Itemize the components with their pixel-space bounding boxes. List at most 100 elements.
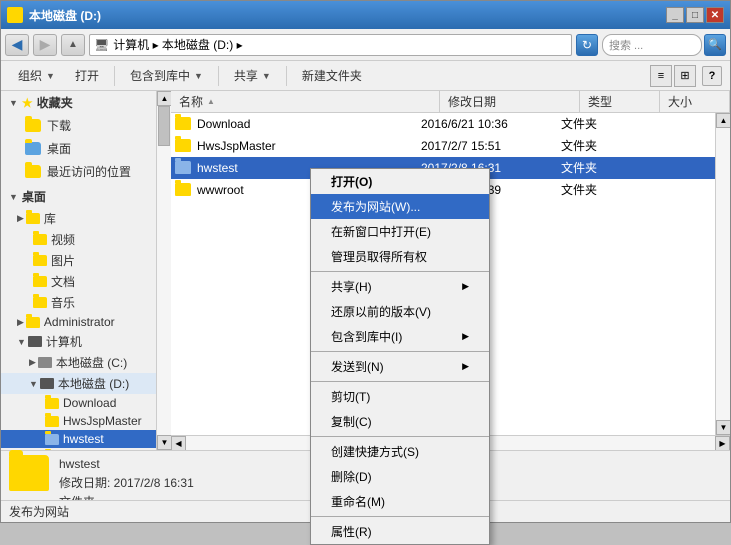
col-name-header[interactable]: 名称 ▲: [171, 91, 440, 112]
h-scroll-right[interactable]: ▶: [715, 436, 730, 451]
ctx-share[interactable]: 共享(H) ▶: [311, 274, 489, 299]
ctx-sep-5: [311, 516, 489, 517]
ctx-open[interactable]: 打开(O): [311, 169, 489, 194]
ctx-copy[interactable]: 复制(C): [311, 409, 489, 434]
forward-button[interactable]: ▶: [33, 34, 57, 56]
search-button[interactable]: 🔍: [704, 34, 726, 56]
ctx-restore[interactable]: 还原以前的版本(V): [311, 299, 489, 324]
title-bar: 本地磁盘 (D:) _ □ ✕: [1, 1, 730, 29]
ctx-send-to[interactable]: 发送到(N) ▶: [311, 354, 489, 379]
ctx-include[interactable]: 包含到库中(I) ▶: [311, 324, 489, 349]
desktop-section-header[interactable]: ▼ 桌面: [1, 185, 156, 208]
folder-icon: [175, 161, 191, 174]
ctx-include-label: 包含到库中(I): [331, 328, 402, 345]
folder-icon: [175, 139, 191, 152]
ctx-new-window[interactable]: 在新窗口中打开(E): [311, 219, 489, 244]
tree-item-computer[interactable]: ▼ 计算机: [1, 331, 156, 352]
file-name: Download: [197, 117, 421, 131]
up-button[interactable]: ▲: [61, 34, 85, 56]
address-path[interactable]: 🖥 计算机 ▸ 本地磁盘 (D:) ▸: [89, 34, 572, 56]
sidebar-item-desktop[interactable]: 桌面: [1, 137, 156, 160]
new-folder-button[interactable]: 新建文件夹: [293, 64, 371, 88]
ctx-cut[interactable]: 剪切(T): [311, 384, 489, 409]
sub-download-label: Download: [63, 396, 116, 410]
col-size-header[interactable]: 大小: [660, 91, 730, 112]
admin-arrow: ▶: [17, 317, 24, 328]
include-in-button[interactable]: 包含到库中 ▼: [121, 64, 212, 88]
tree-item-sub-hwstest[interactable]: hwstest: [1, 430, 156, 448]
ctx-admin-access[interactable]: 管理员取得所有权: [311, 244, 489, 269]
table-row[interactable]: Download 2016/6/21 10:36 文件夹: [171, 113, 715, 135]
tree-item-music[interactable]: 音乐: [1, 292, 156, 313]
ctx-rename-label: 重命名(M): [331, 493, 385, 510]
favorites-header[interactable]: ▼ ★ 收藏夹: [1, 91, 156, 114]
tree-item-disk-d[interactable]: ▼ 本地磁盘 (D:): [1, 373, 156, 394]
share-button[interactable]: 共享 ▼: [225, 64, 280, 88]
minimize-button[interactable]: _: [666, 7, 684, 23]
file-name: HwsJspMaster: [197, 139, 421, 153]
ctx-publish[interactable]: 发布为网站(W)...: [311, 194, 489, 219]
ctx-copy-label: 复制(C): [331, 413, 372, 430]
search-box[interactable]: 搜索 ...: [602, 34, 702, 56]
tree-item-admin[interactable]: ▶ Administrator: [1, 313, 156, 331]
ctx-sep-1: [311, 271, 489, 272]
include-in-label: 包含到库中: [130, 67, 190, 84]
ctx-send-to-arrow: ▶: [462, 361, 469, 372]
computer-arrow: ▼: [17, 337, 26, 347]
file-scroll-up[interactable]: ▲: [716, 113, 730, 128]
tree-item-sub-hwsjsp[interactable]: HwsJspMaster: [1, 412, 156, 430]
refresh-button[interactable]: ↻: [576, 34, 598, 56]
folder-icon: [175, 183, 191, 196]
table-row[interactable]: HwsJspMaster 2017/2/7 15:51 文件夹: [171, 135, 715, 157]
view-icons-button[interactable]: ⊞: [674, 65, 696, 87]
col-date-header[interactable]: 修改日期: [440, 91, 580, 112]
ctx-cut-label: 剪切(T): [331, 388, 370, 405]
tree-item-doc[interactable]: 文档: [1, 271, 156, 292]
back-button[interactable]: ◀: [5, 34, 29, 56]
ctx-send-to-label: 发送到(N): [331, 358, 384, 375]
open-button[interactable]: 打开: [66, 64, 108, 88]
ctx-delete[interactable]: 删除(D): [311, 464, 489, 489]
col-size-label: 大小: [668, 93, 692, 110]
maximize-button[interactable]: □: [686, 7, 704, 23]
view-details-button[interactable]: ≡: [650, 65, 672, 87]
ctx-new-window-label: 在新窗口中打开(E): [331, 223, 431, 240]
col-date-label: 修改日期: [448, 93, 496, 110]
doc-label: 文档: [51, 273, 75, 290]
favorites-star-icon: ★: [22, 96, 33, 110]
title-bar-controls: _ □ ✕: [666, 7, 724, 23]
admin-label: Administrator: [44, 315, 115, 329]
computer-drive-icon: [28, 336, 42, 347]
sidebar-item-recent[interactable]: 最近访问的位置: [1, 160, 156, 183]
download-folder-icon: [25, 119, 41, 132]
address-bar: ◀ ▶ ▲ 🖥 计算机 ▸ 本地磁盘 (D:) ▸ ↻ 搜索 ... 🔍: [1, 29, 730, 61]
col-type-header[interactable]: 类型: [580, 91, 660, 112]
tree-item-video[interactable]: 视频: [1, 229, 156, 250]
sidebar: ▼ ★ 收藏夹 下载 桌面 最近访问的位置: [1, 91, 156, 450]
image-label: 图片: [51, 252, 75, 269]
h-scroll-left[interactable]: ◀: [171, 436, 186, 451]
close-button[interactable]: ✕: [706, 7, 724, 23]
file-scroll-down[interactable]: ▼: [716, 420, 730, 435]
ctx-create-shortcut-label: 创建快捷方式(S): [331, 443, 419, 460]
desktop-arrow: ▼: [9, 192, 18, 202]
ctx-rename[interactable]: 重命名(M): [311, 489, 489, 514]
tree-item-image[interactable]: 图片: [1, 250, 156, 271]
address-path-text: 计算机 ▸ 本地磁盘 (D:) ▸: [113, 36, 242, 53]
tree-item-disk-c[interactable]: ▶ 本地磁盘 (C:): [1, 352, 156, 373]
window-icon: [7, 7, 23, 23]
organize-button[interactable]: 组织 ▼: [9, 64, 64, 88]
help-button[interactable]: ?: [702, 66, 722, 86]
tree-item-sub-download[interactable]: Download: [1, 394, 156, 412]
ctx-share-label: 共享(H): [331, 278, 372, 295]
sidebar-scroll-thumb[interactable]: [158, 106, 170, 146]
sidebar-scroll-up[interactable]: ▲: [157, 91, 172, 106]
tree-item-library[interactable]: ▶ 库: [1, 208, 156, 229]
sidebar-download-label: 下载: [47, 117, 71, 134]
sidebar-scroll-down[interactable]: ▼: [157, 435, 172, 450]
toolbar: 组织 ▼ 打开 包含到库中 ▼ 共享 ▼ 新建文件夹 ≡ ⊞ ?: [1, 61, 730, 91]
sidebar-scroll-track: [157, 106, 171, 435]
ctx-create-shortcut[interactable]: 创建快捷方式(S): [311, 439, 489, 464]
sidebar-item-download[interactable]: 下载: [1, 114, 156, 137]
share-label: 共享: [234, 67, 258, 84]
